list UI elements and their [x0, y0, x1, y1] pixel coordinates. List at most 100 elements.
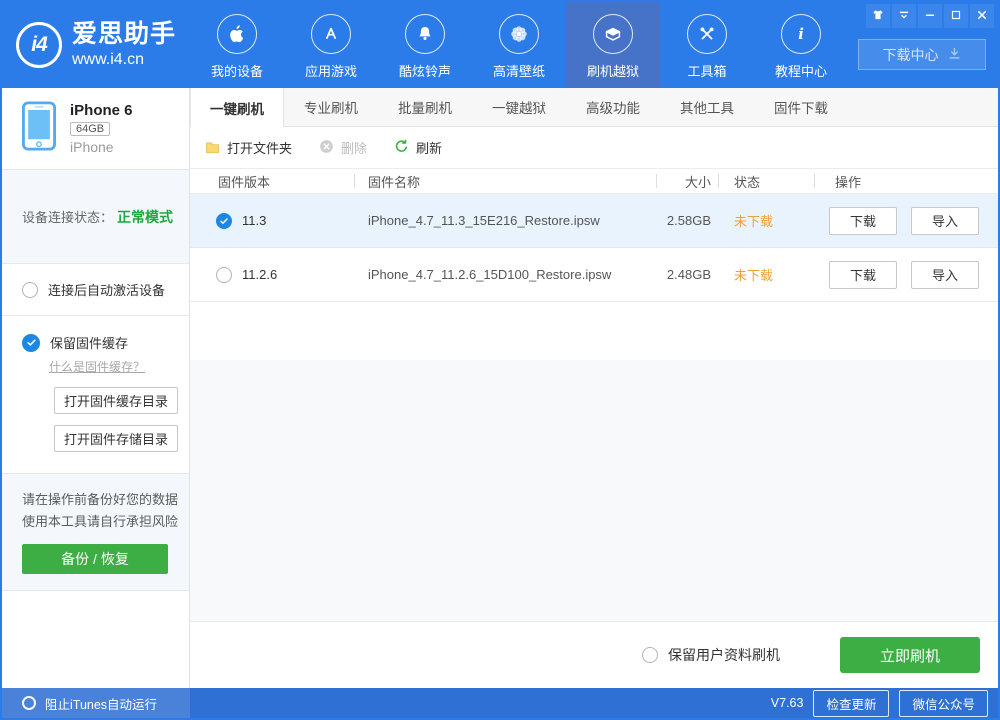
open-folder-button[interactable]: 打开文件夹: [204, 138, 292, 157]
nav-item-label: 高清壁纸: [492, 64, 545, 79]
nav-item-tutorials[interactable]: i 教程中心: [754, 2, 848, 88]
tab-one-key-flash[interactable]: 一键刷机: [190, 88, 284, 127]
menu-down-icon: [897, 8, 911, 25]
refresh-button[interactable]: 刷新: [393, 138, 442, 158]
flash-footer: 保留用户资料刷机 立即刷机: [190, 621, 998, 688]
firmware-list: 11.3 iPhone_4.7_11.3_15E216_Restore.ipsw 2…: [190, 194, 998, 302]
status-bar: 阻止iTunes自动运行 V7.63 检查更新 微信公众号: [2, 688, 998, 718]
firmware-table-header: 固件版本 固件名称 大小 状态 操作: [190, 169, 998, 194]
logo-i4-icon: i4: [16, 22, 62, 68]
backup-restore-button[interactable]: 备份 / 恢复: [22, 544, 168, 574]
nav-item-apps-games[interactable]: 应用游戏: [284, 2, 378, 88]
app-header: i4 爱思助手 www.i4.cn 我的设备 应用游戏 酷炫铃声 高清壁纸 刷机越狱 工具…: [2, 2, 998, 88]
minimize-icon: [923, 8, 937, 25]
shirt-icon: [871, 8, 885, 25]
import-button[interactable]: 导入: [911, 260, 979, 289]
skin-button[interactable]: [866, 4, 890, 28]
keep-cache-label: 保留固件缓存: [50, 336, 129, 351]
logo-mark-text: i4: [31, 33, 47, 56]
tab-other-tools[interactable]: 其他工具: [660, 88, 754, 126]
bell-icon: [405, 14, 445, 54]
tab-pro-flash[interactable]: 专业刷机: [284, 88, 378, 126]
firmware-name: iPhone_4.7_11.3_15E216_Restore.ipsw: [368, 213, 600, 228]
check-update-button[interactable]: 检查更新: [813, 689, 890, 717]
tab-firmware-download[interactable]: 固件下载: [754, 88, 848, 126]
device-info-panel: iPhone 6 64GB iPhone: [2, 88, 189, 170]
keep-user-data-radio[interactable]: [642, 647, 658, 663]
refresh-label: 刷新: [416, 141, 443, 156]
auto-activate-radio[interactable]: [22, 281, 38, 298]
folder-icon: [204, 139, 221, 156]
nav-item-label: 刷机越狱: [586, 64, 639, 79]
open-cache-dir-button[interactable]: 打开固件缓存目录: [54, 387, 178, 414]
backup-warning-line2: 使用本工具请自行承担风险: [22, 514, 179, 529]
column-header-status: 状态: [719, 169, 815, 193]
window-controls: [866, 4, 994, 28]
backup-warning-line1: 请在操作前备份好您的数据: [22, 492, 179, 507]
appstore-icon: [311, 14, 351, 54]
firmware-select-radio[interactable]: [216, 212, 232, 229]
nav-item-ringtones[interactable]: 酷炫铃声: [378, 2, 472, 88]
maximize-button[interactable]: [944, 4, 968, 28]
open-storage-dir-button[interactable]: 打开固件存储目录: [54, 425, 178, 452]
keep-user-data-label: 保留用户资料刷机: [668, 647, 780, 663]
block-itunes-label: 阻止iTunes自动运行: [45, 697, 158, 712]
auto-activate-label: 连接后自动激活设备: [48, 283, 166, 298]
tab-bar: 一键刷机 专业刷机 批量刷机 一键越狱 高级功能 其他工具 固件下载: [190, 88, 998, 127]
firmware-size: 2.48GB: [666, 267, 711, 282]
what-is-cache-link[interactable]: 什么是固件缓存？: [49, 358, 145, 375]
nav-item-label: 教程中心: [774, 64, 827, 79]
connection-status: 设备连接状态： 正常模式: [2, 170, 189, 264]
download-button[interactable]: 下载: [829, 206, 897, 235]
block-itunes-radio[interactable]: [22, 696, 36, 710]
device-type: iPhone: [70, 139, 114, 155]
tab-one-key-jailbreak[interactable]: 一键越狱: [472, 88, 566, 126]
refresh-icon: [393, 138, 410, 158]
download-icon: [947, 46, 962, 64]
block-itunes-toggle[interactable]: 阻止iTunes自动运行: [2, 688, 190, 718]
app-version: V7.63: [770, 696, 804, 710]
sidebar-filler: [2, 591, 189, 688]
keep-cache-radio[interactable]: [22, 333, 40, 352]
tab-batch-flash[interactable]: 批量刷机: [378, 88, 472, 126]
firmware-row: 11.3 iPhone_4.7_11.3_15E216_Restore.ipsw 2…: [190, 194, 998, 248]
flash-now-button[interactable]: 立即刷机: [840, 637, 980, 673]
nav-item-label: 应用游戏: [304, 64, 357, 79]
download-center-button[interactable]: 下载中心: [858, 39, 986, 70]
nav-item-wallpapers[interactable]: 高清壁纸: [472, 2, 566, 88]
app-window: i4 爱思助手 www.i4.cn 我的设备 应用游戏 酷炫铃声 高清壁纸 刷机越狱 工具…: [0, 0, 1000, 720]
apple-icon: [217, 14, 257, 54]
close-button[interactable]: [970, 4, 994, 28]
app-url: www.i4.cn: [72, 51, 145, 69]
firmware-toolbar: 打开文件夹 删除 刷新: [190, 127, 998, 169]
import-button[interactable]: 导入: [911, 206, 979, 235]
main-nav: 我的设备 应用游戏 酷炫铃声 高清壁纸 刷机越狱 工具箱 i 教程中心: [190, 2, 848, 88]
column-header-action: 操作: [835, 174, 862, 190]
firmware-version: 11.3: [242, 213, 267, 228]
connection-status-value: 正常模式: [117, 208, 174, 225]
toolbox-icon: [687, 14, 727, 54]
wechat-official-button[interactable]: 微信公众号: [899, 689, 988, 717]
auto-activate-toggle[interactable]: 连接后自动激活设备: [22, 280, 165, 299]
device-name: iPhone 6: [70, 102, 133, 119]
nav-item-my-device[interactable]: 我的设备: [190, 2, 284, 88]
app-logo: i4 爱思助手 www.i4.cn: [2, 2, 190, 88]
firmware-status: 未下载: [734, 214, 774, 229]
keep-user-data-toggle[interactable]: 保留用户资料刷机: [642, 645, 780, 665]
column-header-size: 大小: [657, 169, 719, 193]
phone-icon: [22, 101, 56, 156]
menu-button[interactable]: [892, 4, 916, 28]
open-folder-label: 打开文件夹: [227, 141, 293, 156]
nav-item-flash-jailbreak[interactable]: 刷机越狱: [566, 2, 660, 88]
empty-area: [190, 360, 998, 621]
delete-label: 删除: [341, 141, 368, 156]
delete-button[interactable]: 删除: [318, 138, 367, 158]
minimize-button[interactable]: [918, 4, 942, 28]
column-header-name: 固件名称: [355, 169, 657, 193]
main-panel: 一键刷机 专业刷机 批量刷机 一键越狱 高级功能 其他工具 固件下载 打开文件夹 删除 刷新…: [190, 88, 998, 688]
firmware-select-radio[interactable]: [216, 266, 232, 283]
nav-item-toolbox[interactable]: 工具箱: [660, 2, 754, 88]
keep-cache-toggle[interactable]: 保留固件缓存: [22, 333, 189, 352]
download-button[interactable]: 下载: [829, 260, 897, 289]
tab-advanced[interactable]: 高级功能: [566, 88, 660, 126]
